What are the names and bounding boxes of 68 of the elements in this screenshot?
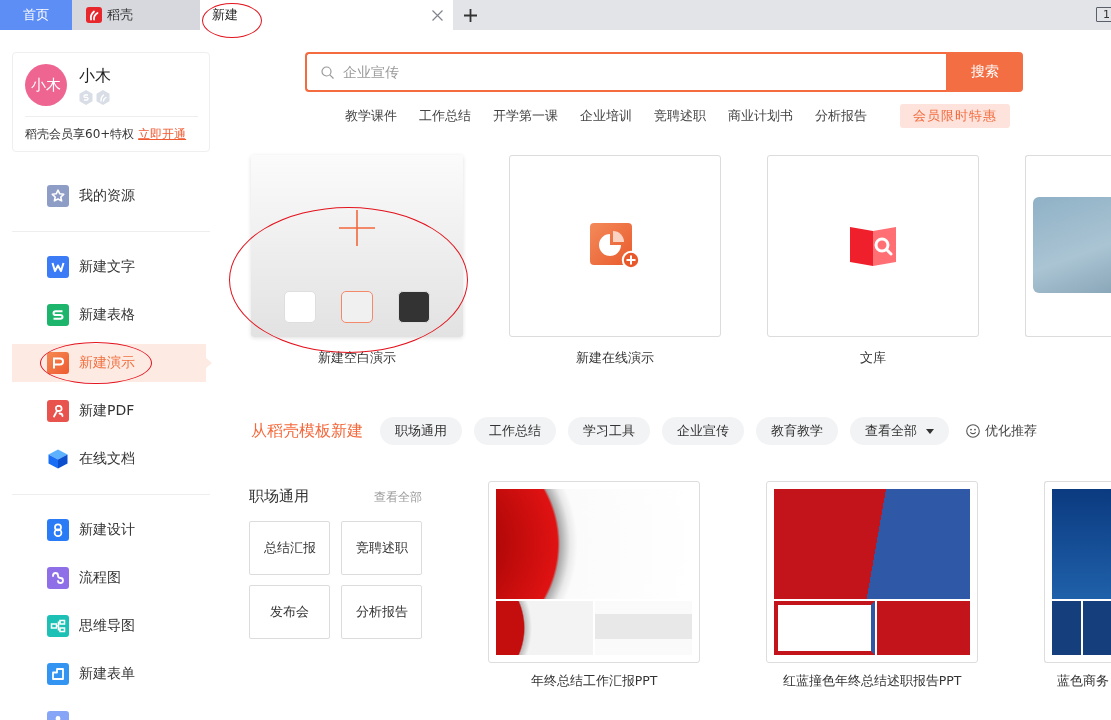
color-swatch-icon[interactable] — [341, 291, 373, 323]
caret-icon — [926, 428, 934, 434]
category-chip[interactable]: 教育教学 — [756, 417, 838, 445]
card-label: 新建空白演示 — [318, 350, 396, 367]
sidebar-item[interactable]: 新建文字 — [12, 248, 212, 286]
card-label: 文库 — [860, 350, 886, 367]
leaf-logo-icon — [86, 7, 102, 23]
plus-icon — [339, 210, 375, 246]
sidebar-item[interactable]: 我的资源 — [12, 177, 212, 215]
mind-map-icon — [47, 615, 69, 637]
view-all-dropdown[interactable]: 查看全部 — [850, 417, 949, 445]
sidebar-item[interactable]: 新建设计 — [12, 511, 212, 549]
membership-promo: 稻壳会员享60+特权 立即开通 — [25, 126, 188, 142]
s-curve-tile-icon — [47, 304, 69, 326]
category-title: 职场通用 — [249, 487, 309, 505]
template-card[interactable] — [1044, 481, 1111, 663]
hot-search-link[interactable]: 商业计划书 — [728, 107, 793, 125]
sidebar-item[interactable]: 流程图 — [12, 559, 212, 597]
category-tile[interactable]: 分析报告 — [341, 585, 422, 639]
tab[interactable]: 稻壳 — [72, 0, 200, 30]
category-tile[interactable]: 发布会 — [249, 585, 330, 639]
category-chip[interactable]: 学习工具 — [568, 417, 650, 445]
loop-tile-icon — [47, 400, 69, 422]
hexagon-badge-icon — [79, 90, 93, 105]
flag-tile-icon — [47, 352, 69, 374]
hot-search-link[interactable]: 分析报告 — [815, 107, 867, 125]
activate-link[interactable]: 立即开通 — [138, 127, 187, 141]
recommend-button[interactable]: 优化推荐 — [966, 422, 1037, 440]
category-tile[interactable]: 竞聘述职 — [341, 521, 422, 575]
search-icon — [321, 66, 334, 79]
section-title: 从稻壳模板新建 — [251, 420, 363, 442]
knot-icon — [47, 519, 69, 541]
user-name: 小木 — [79, 66, 111, 86]
category-tile[interactable]: 总结汇报 — [249, 521, 330, 575]
category-chip[interactable]: 工作总结 — [474, 417, 556, 445]
hexagon-badge-icon — [96, 90, 110, 105]
hot-search-link[interactable]: 开学第一课 — [493, 107, 558, 125]
create-card[interactable] — [251, 155, 463, 337]
card-label: 新建在线演示 — [576, 350, 654, 367]
curve-tile-icon — [47, 567, 69, 589]
tab[interactable]: 新建 — [200, 0, 453, 30]
sidebar-item[interactable]: 新建PDF — [12, 392, 212, 430]
hot-search-link[interactable]: 企业培训 — [580, 107, 632, 125]
template-title: 红蓝撞色年终总结述职报告PPT — [781, 673, 963, 690]
close-icon[interactable] — [432, 9, 443, 21]
category-chip[interactable]: 企业宣传 — [662, 417, 744, 445]
hot-search-link[interactable]: 竞聘述职 — [654, 107, 706, 125]
sidebar-item[interactable]: 新建表格 — [12, 296, 212, 334]
zigzag-tile-icon — [47, 256, 69, 278]
notched-frame-icon — [47, 663, 69, 685]
sidebar-item[interactable]: 新建表单 — [12, 655, 212, 693]
pie-chart-add-icon — [590, 223, 640, 269]
book-search-icon — [849, 225, 897, 267]
hot-search-link[interactable]: 教学课件 — [345, 107, 397, 125]
avatar: 小木 — [25, 64, 67, 106]
template-title: 蓝色商务 — [1056, 673, 1110, 690]
plus-icon[interactable] — [464, 8, 477, 22]
hot-search-link[interactable]: 工作总结 — [419, 107, 471, 125]
cube-icon — [47, 448, 69, 470]
smiley-icon — [966, 424, 980, 438]
sidebar-item[interactable]: 在线文档 — [12, 440, 212, 478]
template-card[interactable] — [488, 481, 700, 663]
search-field[interactable]: 企业宣传 — [305, 52, 946, 92]
window-count-badge[interactable]: 1 — [1096, 7, 1111, 22]
sidebar-item[interactable]: 思维导图 — [12, 607, 212, 645]
template-title: 年终总结工作汇报PPT — [529, 673, 659, 690]
template-card[interactable] — [766, 481, 978, 663]
category-chip[interactable]: 职场通用 — [380, 417, 462, 445]
